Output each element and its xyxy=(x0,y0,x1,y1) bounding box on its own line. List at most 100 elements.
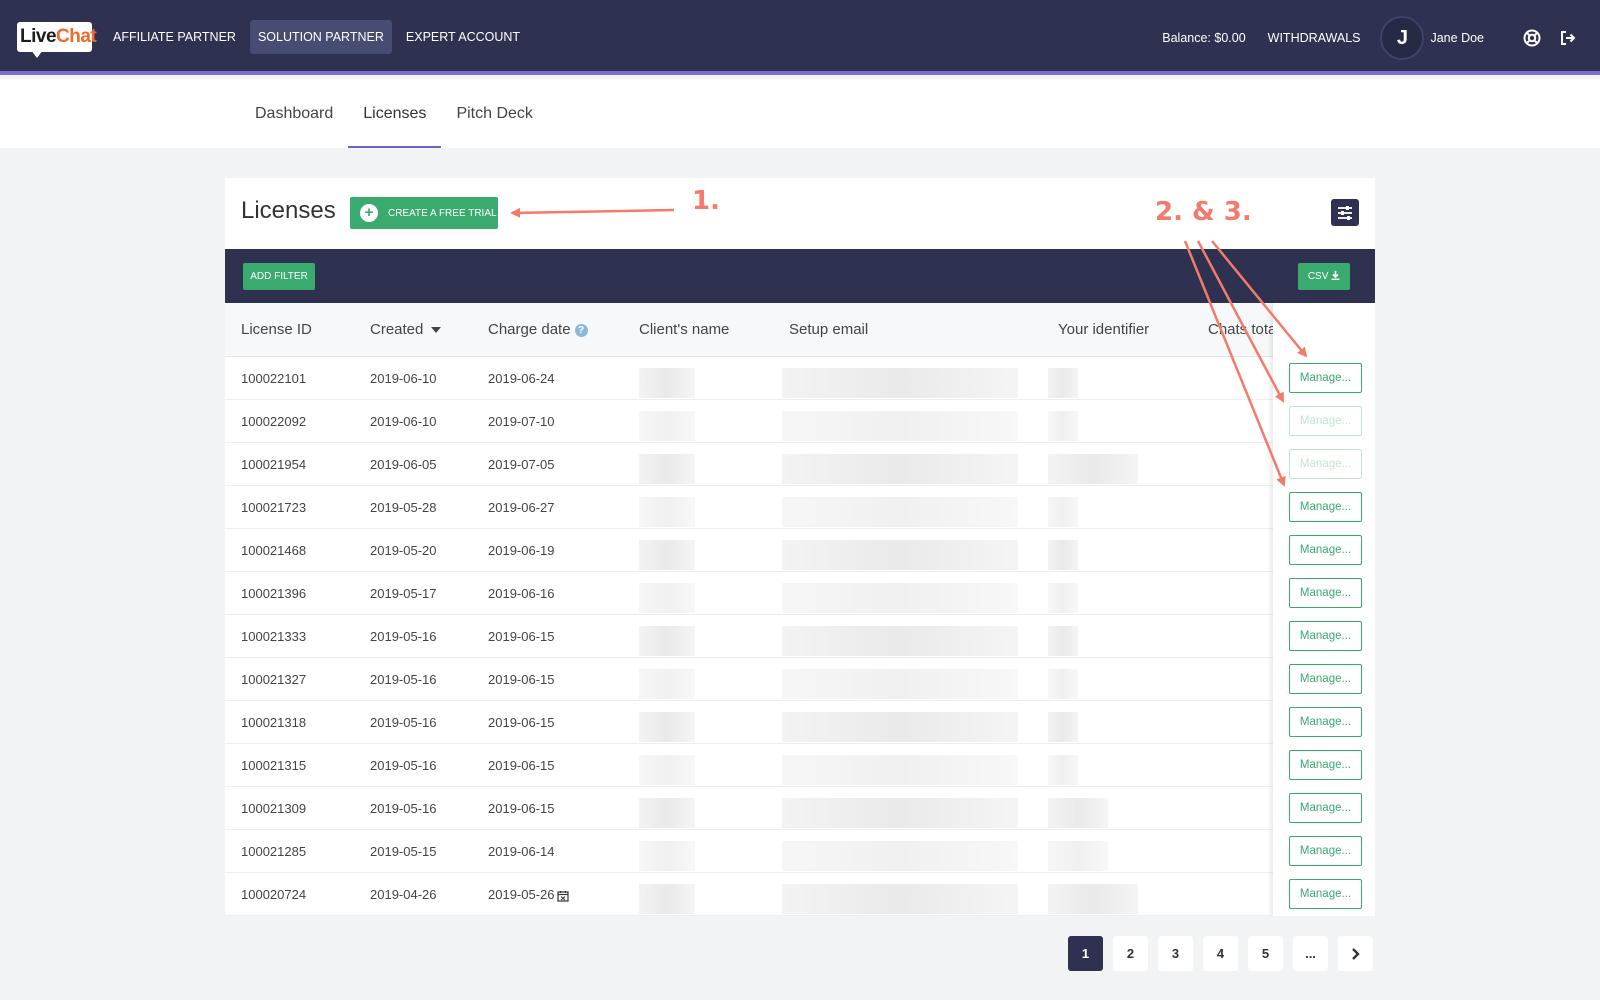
col-setup-email[interactable]: Setup email xyxy=(789,303,868,357)
logo-tail xyxy=(31,50,43,58)
redacted-setup-email xyxy=(782,755,1018,785)
col-created[interactable]: Created xyxy=(370,303,442,357)
redacted-setup-email xyxy=(782,841,1018,871)
manage-button[interactable]: Manage... xyxy=(1289,578,1362,608)
license-id-cell: 100022092 xyxy=(241,400,306,443)
created-cell-text: 2019-06-05 xyxy=(370,457,437,472)
license-id-cell-text: 100021468 xyxy=(241,543,307,558)
pagination: 1 2 3 4 5 ... xyxy=(1068,936,1373,971)
manage-button[interactable]: Manage... xyxy=(1289,664,1362,694)
license-id-cell: 100020724 xyxy=(241,873,306,916)
sub-tabs: Dashboard Licenses Pitch Deck xyxy=(240,79,548,148)
charge-date-cell: 2019-06-19 xyxy=(488,529,555,572)
logo-chat-text: Chat xyxy=(56,26,97,47)
csv-download-button[interactable]: CSV xyxy=(1298,263,1350,290)
page-2-button[interactable]: 2 xyxy=(1113,936,1148,971)
page-4-button[interactable]: 4 xyxy=(1203,936,1238,971)
page-ellipsis[interactable]: ... xyxy=(1293,936,1328,971)
created-cell: 2019-05-28 xyxy=(370,486,437,529)
redacted-identifier xyxy=(1048,841,1108,871)
create-free-trial-button[interactable]: + CREATE A FREE TRIAL xyxy=(350,197,498,229)
manage-button[interactable]: Manage... xyxy=(1289,492,1362,522)
logout-icon[interactable] xyxy=(1558,28,1578,48)
license-id-cell-text: 100022101 xyxy=(241,371,307,386)
license-id-cell: 100021327 xyxy=(241,658,306,701)
license-id-cell: 100021468 xyxy=(241,529,306,572)
csv-label: CSV xyxy=(1307,271,1329,282)
col-client-name[interactable]: Client's name xyxy=(639,303,729,357)
redacted-setup-email xyxy=(782,454,1018,484)
manage-button[interactable]: Manage... xyxy=(1289,836,1362,866)
redacted-identifier xyxy=(1048,454,1138,484)
manage-button[interactable]: Manage... xyxy=(1289,449,1362,479)
created-cell-text: 2019-05-16 xyxy=(370,629,437,644)
created-cell: 2019-05-16 xyxy=(370,744,437,787)
page-5-button[interactable]: 5 xyxy=(1248,936,1283,971)
manage-button[interactable]: Manage... xyxy=(1289,406,1362,436)
redacted-setup-email xyxy=(782,669,1018,699)
charge-date-cell: 2019-06-15 xyxy=(488,744,555,787)
col-charge-date[interactable]: Charge date? xyxy=(488,303,588,357)
redacted-client-name xyxy=(639,583,695,613)
table-row: 100021723 2019-05-28 2019-06-27 xyxy=(225,486,1375,529)
redacted-client-name xyxy=(639,411,695,441)
account-area: Balance: $0.00 WITHDRAWALS J Jane Doe xyxy=(1162,15,1578,61)
col-your-identifier[interactable]: Your identifier xyxy=(1058,303,1149,357)
next-page-button[interactable] xyxy=(1338,936,1373,971)
col-license-id[interactable]: License ID xyxy=(241,303,312,357)
manage-button[interactable]: Manage... xyxy=(1289,793,1362,823)
sub-nav: Dashboard Licenses Pitch Deck xyxy=(0,79,1600,148)
charge-date-cell-text: 2019-06-15 xyxy=(488,801,555,816)
created-cell: 2019-06-10 xyxy=(370,357,437,400)
add-filter-button[interactable]: ADD FILTER xyxy=(243,263,315,290)
avatar[interactable]: J xyxy=(1380,16,1425,60)
table-row: 100021468 2019-05-20 2019-06-19 xyxy=(225,529,1375,572)
nav-solution-partner[interactable]: SOLUTION PARTNER xyxy=(249,20,392,54)
download-icon xyxy=(1331,271,1340,281)
column-settings-icon[interactable] xyxy=(1331,199,1359,226)
created-cell-text: 2019-05-16 xyxy=(370,801,437,816)
charge-date-cell: 2019-06-27 xyxy=(488,486,555,529)
license-id-cell: 100021723 xyxy=(241,486,306,529)
help-icon[interactable]: ? xyxy=(574,323,588,337)
page-1-button[interactable]: 1 xyxy=(1068,936,1103,971)
charge-date-cell: 2019-06-15 xyxy=(488,701,555,744)
withdrawals-link[interactable]: WITHDRAWALS xyxy=(1268,31,1361,45)
manage-button[interactable]: Manage... xyxy=(1289,879,1362,909)
livechat-logo[interactable]: LiveChat xyxy=(17,22,97,58)
filter-bar: ADD FILTER CSV xyxy=(225,249,1375,303)
license-id-cell-text: 100021954 xyxy=(241,457,307,472)
license-id-cell-text: 100021315 xyxy=(241,758,307,773)
user-name[interactable]: Jane Doe xyxy=(1430,31,1484,45)
tab-pitch-deck[interactable]: Pitch Deck xyxy=(441,79,547,148)
redacted-identifier xyxy=(1048,755,1078,785)
charge-date-cell-text: 2019-06-15 xyxy=(488,758,555,773)
support-icon[interactable] xyxy=(1522,28,1542,48)
licenses-table: License ID Created Charge date? Client's… xyxy=(225,303,1375,916)
redacted-client-name xyxy=(639,368,695,398)
tab-dashboard[interactable]: Dashboard xyxy=(240,79,348,148)
manage-button[interactable]: Manage... xyxy=(1289,750,1362,780)
created-cell: 2019-05-20 xyxy=(370,529,437,572)
col-chats-total[interactable]: Chats tota xyxy=(1208,303,1276,357)
page-3-button[interactable]: 3 xyxy=(1158,936,1193,971)
redacted-identifier xyxy=(1048,626,1078,656)
license-id-cell-text: 100020724 xyxy=(241,887,307,902)
redacted-setup-email xyxy=(782,798,1018,828)
table-row: 100022101 2019-06-10 2019-06-24 xyxy=(225,357,1375,400)
redacted-client-name xyxy=(639,798,695,828)
manage-button[interactable]: Manage... xyxy=(1289,707,1362,737)
license-id-cell: 100022101 xyxy=(241,357,306,400)
charge-date-cell-text: 2019-06-16 xyxy=(488,586,555,601)
manage-button[interactable]: Manage... xyxy=(1289,621,1362,651)
charge-date-cell-text: 2019-06-14 xyxy=(488,844,555,859)
manage-button[interactable]: Manage... xyxy=(1289,363,1362,393)
nav-expert-account[interactable]: EXPERT ACCOUNT xyxy=(398,20,528,54)
created-cell: 2019-05-16 xyxy=(370,658,437,701)
manage-button[interactable]: Manage... xyxy=(1289,535,1362,565)
created-cell-text: 2019-05-16 xyxy=(370,715,437,730)
nav-affiliate-partner[interactable]: AFFILIATE PARTNER xyxy=(105,20,244,54)
table-body: 100022101 2019-06-10 2019-06-24 100022092 20… xyxy=(225,357,1375,916)
tab-licenses[interactable]: Licenses xyxy=(348,79,442,148)
redacted-setup-email xyxy=(782,497,1018,527)
